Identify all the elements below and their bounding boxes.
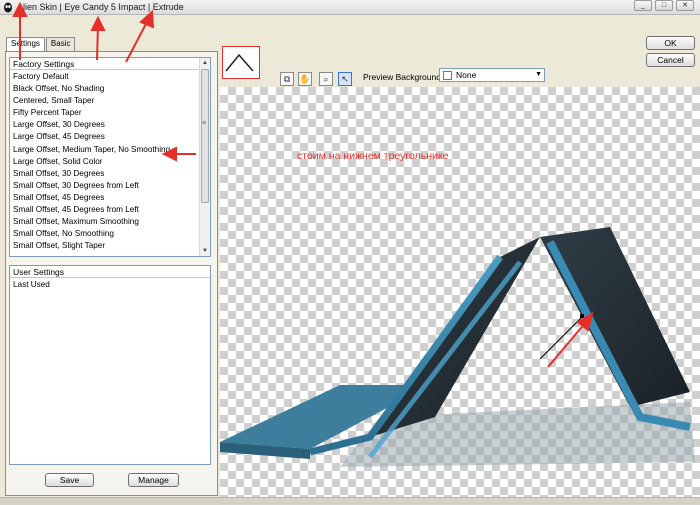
list-item[interactable]: Small Offset, 30 Degrees	[10, 168, 210, 180]
factory-settings-header: Factory Settings	[10, 58, 210, 70]
tab-basic[interactable]: Basic	[45, 37, 76, 51]
list-item[interactable]: Small Offset, Maximum Smoothing	[10, 216, 210, 228]
cancel-button[interactable]: Cancel	[646, 53, 695, 67]
list-item[interactable]: Factory Default	[10, 71, 210, 83]
preview-canvas[interactable]	[220, 87, 700, 497]
settings-tabs: Settings Basic	[6, 37, 76, 52]
list-item[interactable]: Large Offset, 30 Degrees	[10, 119, 210, 131]
user-settings-items: Last Used	[10, 279, 210, 291]
title-bar: Alien Skin | Eye Candy 5 Impact | Extrud…	[0, 0, 700, 15]
preview-background-select[interactable]: None ▼	[439, 68, 545, 82]
preview-thumbnail-icon	[225, 53, 254, 72]
window-controls: _ □ ✕	[631, 0, 694, 13]
zoom-icon[interactable]: ⌕	[319, 72, 333, 86]
alien-skin-logo-icon	[4, 2, 12, 13]
factory-settings-items: Factory Default Black Offset, No Shading…	[10, 71, 210, 252]
user-settings-list[interactable]: User Settings Last Used	[9, 265, 211, 465]
maximize-button[interactable]: □	[655, 0, 673, 11]
window-title: Alien Skin | Eye Candy 5 Impact | Extrud…	[17, 2, 184, 12]
ok-button[interactable]: OK	[646, 36, 695, 50]
scroll-up-icon[interactable]: ▲	[200, 58, 210, 68]
background-swatch	[443, 71, 452, 80]
close-button[interactable]: ✕	[676, 0, 694, 11]
annotation-text: стоим на нижнем треугольнике	[297, 150, 449, 162]
list-item[interactable]: Small Offset, Slight Taper	[10, 240, 210, 252]
preview-background-label: Preview Background:	[363, 72, 444, 82]
list-item[interactable]: Small Offset, No Smoothing	[10, 228, 210, 240]
factory-list-scrollbar[interactable]: ▲ ≡ ▼	[199, 58, 210, 256]
chevron-down-icon: ▼	[535, 71, 542, 78]
minimize-button[interactable]: _	[634, 0, 652, 11]
status-strip	[0, 497, 700, 505]
user-settings-header: User Settings	[10, 266, 210, 278]
list-item[interactable]: Large Offset, 45 Degrees	[10, 131, 210, 143]
grip-icon: ≡	[202, 120, 207, 127]
pointer-icon[interactable]: ↖	[338, 72, 352, 86]
list-item[interactable]: Small Offset, 45 Degrees from Left	[10, 204, 210, 216]
list-item[interactable]: Small Offset, 30 Degrees from Left	[10, 180, 210, 192]
scroll-thumb[interactable]	[201, 69, 209, 203]
save-button[interactable]: Save	[45, 473, 94, 487]
list-item-selected[interactable]: Large Offset, Medium Taper, No Smoothing	[10, 144, 210, 156]
list-item[interactable]: Small Offset, 45 Degrees	[10, 192, 210, 204]
manage-button[interactable]: Manage	[128, 473, 179, 487]
extrude-preview-image	[220, 227, 695, 467]
list-item[interactable]: Last Used	[10, 279, 210, 291]
list-item[interactable]: Large Offset, Solid Color	[10, 156, 210, 168]
navigator-thumbnail[interactable]	[222, 46, 260, 79]
list-item[interactable]: Centered, Small Taper	[10, 95, 210, 107]
hand-icon[interactable]: ✋	[298, 72, 312, 86]
navigator-icon[interactable]: ⧉	[280, 72, 294, 86]
list-item[interactable]: Black Offset, No Shading	[10, 83, 210, 95]
scroll-down-icon[interactable]: ▼	[200, 246, 210, 256]
tab-settings[interactable]: Settings	[6, 37, 45, 52]
factory-settings-list[interactable]: Factory Settings Factory Default Black O…	[9, 57, 211, 257]
preview-background-value: None	[456, 70, 477, 80]
list-item[interactable]: Fifty Percent Taper	[10, 107, 210, 119]
